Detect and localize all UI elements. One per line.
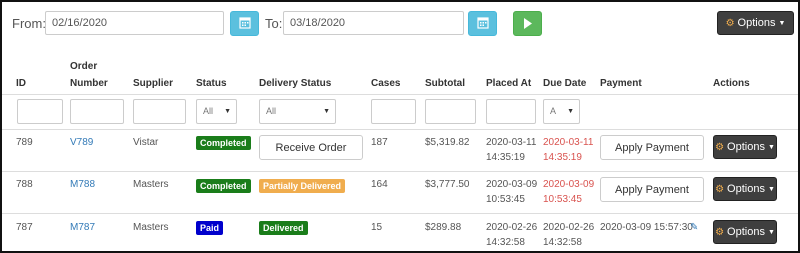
row-placed-date: 2020-03-11 bbox=[486, 137, 537, 148]
caret-down-icon: ▼ bbox=[778, 19, 786, 27]
filter-status-value: All bbox=[203, 106, 214, 116]
row-id: 788 bbox=[16, 179, 33, 190]
row-placed-time: 10:53:45 bbox=[486, 194, 525, 205]
row-divider bbox=[2, 171, 798, 172]
col-header-payment[interactable]: Payment bbox=[600, 78, 642, 89]
apply-payment-button[interactable]: Apply Payment bbox=[600, 177, 704, 202]
gear-icon: ⚙ bbox=[715, 183, 725, 195]
row-due-date: 2020-02-26 bbox=[543, 222, 595, 233]
filter-id-input[interactable] bbox=[17, 99, 63, 124]
row-id: 787 bbox=[16, 222, 33, 233]
caret-down-icon: ▼ bbox=[323, 108, 330, 115]
row-id: 789 bbox=[16, 137, 33, 148]
gear-icon: ⚙ bbox=[725, 17, 735, 29]
filter-divider bbox=[2, 129, 798, 130]
filter-order-number-input[interactable] bbox=[70, 99, 124, 124]
col-header-order-number-line2[interactable]: Number bbox=[70, 78, 108, 89]
row-due-date: 2020-03-09 bbox=[543, 179, 595, 190]
row-placed-date: 2020-02-26 bbox=[486, 222, 538, 233]
order-number-link[interactable]: M788 bbox=[70, 177, 95, 192]
col-header-due-date[interactable]: Due Date bbox=[543, 78, 586, 89]
order-number-link[interactable]: M787 bbox=[70, 220, 95, 235]
filter-placed-at-input[interactable] bbox=[486, 99, 536, 124]
row-options-button[interactable]: ⚙ Options ▼ bbox=[713, 220, 777, 244]
row-supplier: Masters bbox=[133, 222, 169, 233]
filter-cases-input[interactable] bbox=[371, 99, 416, 124]
row-subtotal: $289.88 bbox=[425, 222, 462, 233]
filter-due-date-select[interactable]: A ▼ bbox=[543, 99, 580, 124]
to-label: To: bbox=[265, 16, 283, 31]
caret-down-icon: ▼ bbox=[767, 143, 775, 151]
caret-down-icon: ▼ bbox=[224, 108, 231, 115]
row-supplier: Vistar bbox=[133, 137, 159, 148]
apply-payment-button[interactable]: Apply Payment bbox=[600, 135, 704, 160]
gear-icon: ⚙ bbox=[715, 141, 725, 153]
row-due-time: 10:53:45 bbox=[543, 194, 582, 205]
col-header-id[interactable]: ID bbox=[16, 78, 26, 89]
filter-delivery-status-value: All bbox=[266, 106, 277, 116]
caret-down-icon: ▼ bbox=[567, 108, 574, 115]
row-due-time: 14:35:19 bbox=[543, 152, 582, 163]
date-filter-bar: From: To: ⚙ Opti bbox=[2, 2, 798, 44]
row-placed-time: 14:32:58 bbox=[486, 237, 525, 248]
col-header-supplier[interactable]: Supplier bbox=[133, 78, 173, 89]
from-date-input[interactable] bbox=[45, 11, 224, 35]
row-subtotal: $3,777.50 bbox=[425, 179, 470, 190]
row-subtotal: $5,319.82 bbox=[425, 137, 470, 148]
row-cases: 15 bbox=[371, 222, 383, 233]
top-options-label: Options bbox=[737, 17, 776, 29]
col-header-placed-at[interactable]: Placed At bbox=[486, 78, 531, 89]
row-options-label: Options bbox=[727, 183, 765, 195]
col-header-status[interactable]: Status bbox=[196, 78, 227, 89]
row-options-button[interactable]: ⚙ Options ▼ bbox=[713, 135, 777, 159]
caret-down-icon: ▼ bbox=[767, 185, 775, 193]
row-supplier: Masters bbox=[133, 179, 169, 190]
orders-panel: From: To: ⚙ Opti bbox=[0, 0, 800, 253]
caret-down-icon: ▼ bbox=[767, 228, 775, 236]
receive-order-button[interactable]: Receive Order bbox=[259, 135, 363, 160]
row-options-label: Options bbox=[727, 141, 765, 153]
order-number-link[interactable]: V789 bbox=[70, 135, 93, 150]
filter-due-date-value: A bbox=[550, 106, 557, 116]
status-badge: Paid bbox=[196, 221, 224, 235]
col-header-delivery-status[interactable]: Delivery Status bbox=[259, 78, 331, 89]
row-options-label: Options bbox=[727, 226, 765, 238]
pencil-icon[interactable]: ✎ bbox=[690, 220, 698, 235]
filter-delivery-status-select[interactable]: All ▼ bbox=[259, 99, 336, 124]
col-header-actions: Actions bbox=[713, 78, 750, 89]
row-due-time: 14:32:58 bbox=[543, 237, 582, 248]
calendar-icon bbox=[477, 17, 489, 29]
header-divider bbox=[2, 94, 798, 95]
col-header-order-number-line1[interactable]: Order bbox=[70, 61, 97, 72]
row-due-date: 2020-03-11 bbox=[543, 137, 594, 148]
to-calendar-button[interactable] bbox=[468, 11, 497, 36]
col-header-cases[interactable]: Cases bbox=[371, 78, 400, 89]
filter-status-select[interactable]: All ▼ bbox=[196, 99, 237, 124]
calendar-icon bbox=[239, 17, 251, 29]
status-badge: Completed bbox=[196, 179, 251, 193]
from-calendar-button[interactable] bbox=[230, 11, 259, 36]
gear-icon: ⚙ bbox=[715, 226, 725, 238]
row-placed-date: 2020-03-09 bbox=[486, 179, 538, 190]
delivery-status-badge: Partially Delivered bbox=[259, 179, 346, 193]
apply-filter-button[interactable] bbox=[513, 11, 542, 36]
row-cases: 164 bbox=[371, 179, 388, 190]
top-options-button[interactable]: ⚙ Options ▼ bbox=[717, 11, 794, 35]
col-header-subtotal[interactable]: Subtotal bbox=[425, 78, 465, 89]
filter-subtotal-input[interactable] bbox=[425, 99, 476, 124]
row-cases: 187 bbox=[371, 137, 388, 148]
play-icon bbox=[524, 18, 532, 29]
row-divider bbox=[2, 213, 798, 214]
delivery-status-badge: Delivered bbox=[259, 221, 308, 235]
payment-date: 2020-03-09 15:57:30 bbox=[600, 222, 693, 233]
to-date-input[interactable] bbox=[283, 11, 464, 35]
filter-supplier-input[interactable] bbox=[133, 99, 186, 124]
row-placed-time: 14:35:19 bbox=[486, 152, 525, 163]
status-badge: Completed bbox=[196, 136, 251, 150]
row-options-button[interactable]: ⚙ Options ▼ bbox=[713, 177, 777, 201]
from-label: From: bbox=[12, 16, 46, 31]
